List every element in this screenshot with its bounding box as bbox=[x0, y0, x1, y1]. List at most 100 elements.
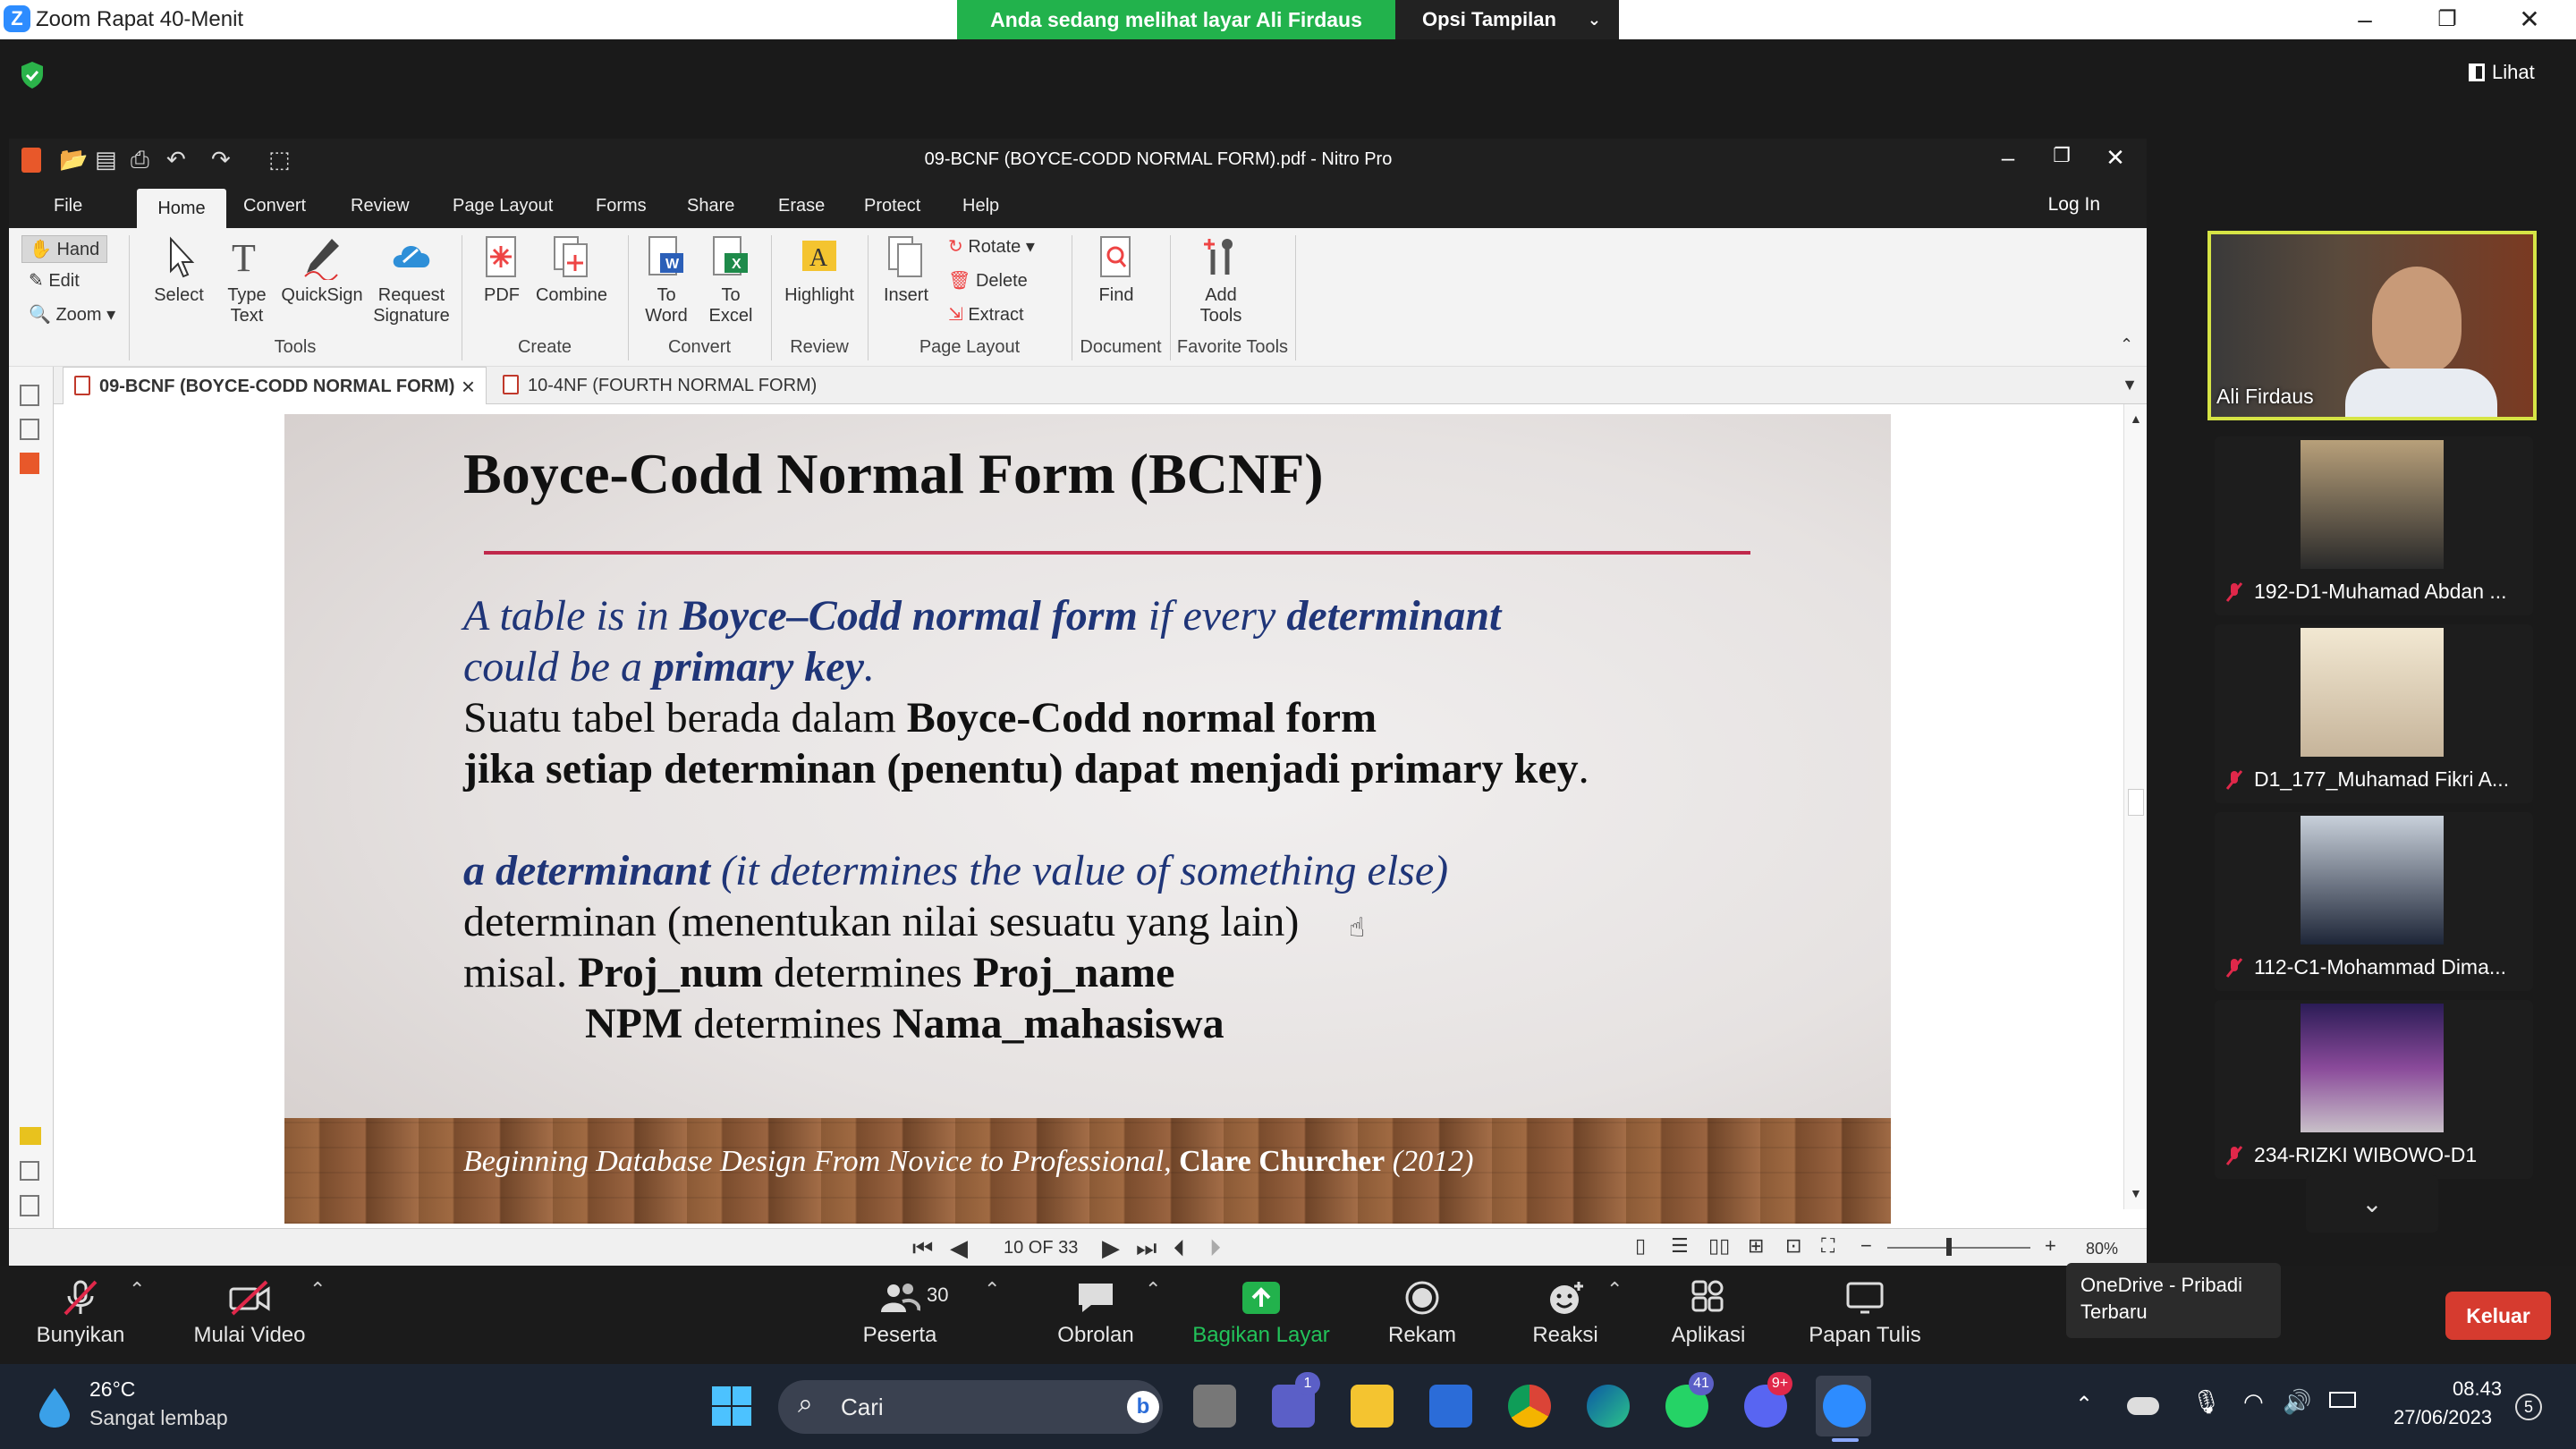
request-signature-button[interactable]: Request Signature bbox=[365, 235, 458, 326]
fit-page-icon[interactable]: ⊡ bbox=[1785, 1234, 1801, 1258]
microsoft-store-icon[interactable] bbox=[1429, 1385, 1472, 1428]
file-explorer-icon[interactable] bbox=[1351, 1385, 1394, 1428]
weather-description[interactable]: Sangat lembap bbox=[89, 1406, 228, 1430]
tab-forms[interactable]: Forms bbox=[596, 196, 647, 216]
task-view-icon[interactable] bbox=[1193, 1385, 1236, 1428]
extract-button[interactable]: ⇲ Extract bbox=[948, 303, 1024, 326]
scroll-participants-down-button[interactable]: ⌄ bbox=[2306, 1175, 2438, 1233]
video-options-chevron-icon[interactable]: ⌃ bbox=[309, 1278, 326, 1301]
reactions-button[interactable]: Reaksi bbox=[1512, 1266, 1619, 1348]
tab-protect[interactable]: Protect bbox=[864, 196, 920, 216]
weather-temperature[interactable]: 26°C bbox=[89, 1377, 135, 1402]
document-tab-4nf[interactable]: 10-4NF (FOURTH NORMAL FORM) bbox=[492, 367, 850, 404]
clock-time[interactable]: 08.43 bbox=[2453, 1377, 2502, 1401]
tab-home[interactable]: Home bbox=[137, 189, 226, 228]
shield-icon[interactable] bbox=[20, 61, 45, 89]
to-word-button[interactable]: W To Word bbox=[635, 235, 698, 326]
scroll-up-icon[interactable]: ▲ bbox=[2130, 411, 2142, 426]
tab-file[interactable]: File bbox=[54, 196, 82, 216]
windows-start-icon[interactable] bbox=[710, 1385, 753, 1428]
participants-button[interactable]: Peserta bbox=[846, 1266, 953, 1348]
bookmarks-panel-icon[interactable] bbox=[20, 453, 39, 474]
zoom-level[interactable]: 80% bbox=[2086, 1240, 2118, 1258]
wifi-icon[interactable]: ◠ bbox=[2243, 1388, 2264, 1416]
pages-panel-icon[interactable] bbox=[20, 385, 39, 406]
participants-options-chevron-icon[interactable]: ⌃ bbox=[984, 1278, 1000, 1301]
single-page-view-icon[interactable]: ▯ bbox=[1635, 1234, 1646, 1258]
search-panel-icon[interactable] bbox=[20, 419, 39, 440]
create-pdf-button[interactable]: PDF bbox=[470, 235, 533, 306]
rotate-button[interactable]: ↻ Rotate ▾ bbox=[948, 235, 1035, 258]
last-page-icon[interactable]: ⏭ bbox=[1136, 1234, 1157, 1263]
unmute-button[interactable]: Bunyikan bbox=[18, 1266, 143, 1348]
chat-options-chevron-icon[interactable]: ⌃ bbox=[1145, 1278, 1161, 1301]
tab-review[interactable]: Review bbox=[351, 196, 410, 216]
reactions-options-chevron-icon[interactable]: ⌃ bbox=[1606, 1278, 1623, 1301]
restore-button[interactable]: ❐ bbox=[2420, 2, 2474, 38]
apps-button[interactable]: Aplikasi bbox=[1655, 1266, 1762, 1348]
participant-tile[interactable]: D1_177_Muhamad Fikri A... bbox=[2215, 624, 2533, 803]
edit-tool-button[interactable]: ✎ Edit bbox=[29, 269, 80, 292]
comments-panel-icon[interactable] bbox=[20, 1127, 41, 1145]
type-text-button[interactable]: T Type Text bbox=[213, 235, 281, 326]
participant-tile[interactable]: 112-C1-Mohammad Dima... bbox=[2215, 812, 2533, 991]
leave-meeting-button[interactable]: Keluar bbox=[2445, 1292, 2551, 1340]
view-button[interactable]: Lihat bbox=[2469, 61, 2535, 84]
insert-button[interactable]: Insert bbox=[875, 235, 937, 306]
whiteboard-button[interactable]: Papan Tulis bbox=[1798, 1266, 1932, 1348]
tab-convert[interactable]: Convert bbox=[243, 196, 306, 216]
attachments-panel-icon[interactable] bbox=[20, 1161, 39, 1181]
tab-share[interactable]: Share bbox=[687, 196, 734, 216]
chat-button[interactable]: Obrolan bbox=[1038, 1266, 1154, 1348]
continuous-view-icon[interactable]: ☰ bbox=[1671, 1234, 1689, 1258]
edge-icon[interactable] bbox=[1587, 1385, 1630, 1428]
zoom-out-icon[interactable]: − bbox=[1860, 1234, 1872, 1258]
two-page-view-icon[interactable]: ▯▯ bbox=[1708, 1234, 1730, 1258]
active-speaker-tile[interactable]: Ali Firdaus bbox=[2207, 231, 2537, 420]
participant-tile[interactable]: 192-D1-Muhamad Abdan ... bbox=[2215, 436, 2533, 615]
vertical-scrollbar[interactable]: ▲ ▼ bbox=[2123, 404, 2147, 1209]
close-button[interactable]: ✕ bbox=[2503, 2, 2556, 38]
tab-help[interactable]: Help bbox=[962, 196, 999, 216]
hand-tool-button[interactable]: ✋ Hand bbox=[21, 235, 108, 263]
chrome-icon[interactable] bbox=[1508, 1385, 1551, 1428]
add-tools-button[interactable]: Add Tools bbox=[1190, 235, 1252, 326]
onedrive-cloud-icon[interactable] bbox=[2127, 1397, 2159, 1415]
clock-date[interactable]: 27/06/2023 bbox=[2394, 1406, 2492, 1429]
combine-button[interactable]: Combine bbox=[533, 235, 610, 306]
nitro-close-button[interactable]: ✕ bbox=[2093, 144, 2138, 172]
volume-icon[interactable]: 🔊 bbox=[2283, 1388, 2311, 1416]
tab-page-layout[interactable]: Page Layout bbox=[453, 196, 553, 216]
next-page-icon[interactable]: ▶ bbox=[1102, 1234, 1120, 1262]
view-options-button[interactable]: Opsi Tampilan ⌄ bbox=[1395, 0, 1619, 39]
participant-tile[interactable]: 234-RIZKI WIBOWO-D1 bbox=[2215, 1000, 2533, 1179]
notification-count[interactable]: 5 bbox=[2515, 1394, 2542, 1420]
first-page-icon[interactable]: ⏮ bbox=[912, 1234, 933, 1263]
prev-page-icon[interactable]: ◀ bbox=[950, 1234, 968, 1262]
document-tab-bcnf[interactable]: 09-BCNF (BOYCE-CODD NORMAL FORM) × bbox=[63, 367, 487, 404]
highlight-button[interactable]: A Highlight bbox=[776, 235, 862, 306]
scroll-down-icon[interactable]: ▼ bbox=[2130, 1186, 2142, 1200]
find-button[interactable]: Find bbox=[1082, 235, 1150, 306]
grid-view-icon[interactable]: ⊞ bbox=[1748, 1234, 1764, 1258]
select-button[interactable]: Select bbox=[145, 235, 213, 306]
nitro-restore-button[interactable]: ❐ bbox=[2039, 144, 2084, 167]
microphone-icon[interactable]: 🎙 bbox=[2191, 1388, 2221, 1416]
zoom-slider-thumb[interactable] bbox=[1946, 1238, 1952, 1256]
fields-panel-icon[interactable] bbox=[20, 1195, 39, 1216]
battery-icon[interactable] bbox=[2329, 1392, 2356, 1408]
zoom-tool-button[interactable]: 🔍 Zoom ▾ bbox=[29, 303, 115, 326]
login-link[interactable]: Log In bbox=[2048, 194, 2100, 216]
record-button[interactable]: Rekam bbox=[1368, 1266, 1476, 1348]
zoom-slider[interactable] bbox=[1887, 1247, 2030, 1249]
nitro-minimize-button[interactable]: – bbox=[1986, 144, 2030, 172]
fullscreen-icon[interactable]: ⛶ bbox=[1821, 1234, 1835, 1258]
back-view-icon[interactable]: ⏴ bbox=[1174, 1234, 1185, 1263]
forward-view-icon[interactable]: ⏵ bbox=[1209, 1234, 1221, 1263]
quicksign-button[interactable]: QuickSign bbox=[277, 235, 367, 306]
close-tab-icon[interactable]: × bbox=[462, 368, 475, 405]
taskbar-search-box[interactable]: ⌕ b bbox=[778, 1380, 1163, 1434]
show-hidden-icons-chevron-icon[interactable]: ⌃ bbox=[2075, 1392, 2093, 1418]
zoom-in-icon[interactable]: + bbox=[2045, 1234, 2056, 1258]
start-video-button[interactable]: Mulai Video bbox=[182, 1266, 317, 1348]
